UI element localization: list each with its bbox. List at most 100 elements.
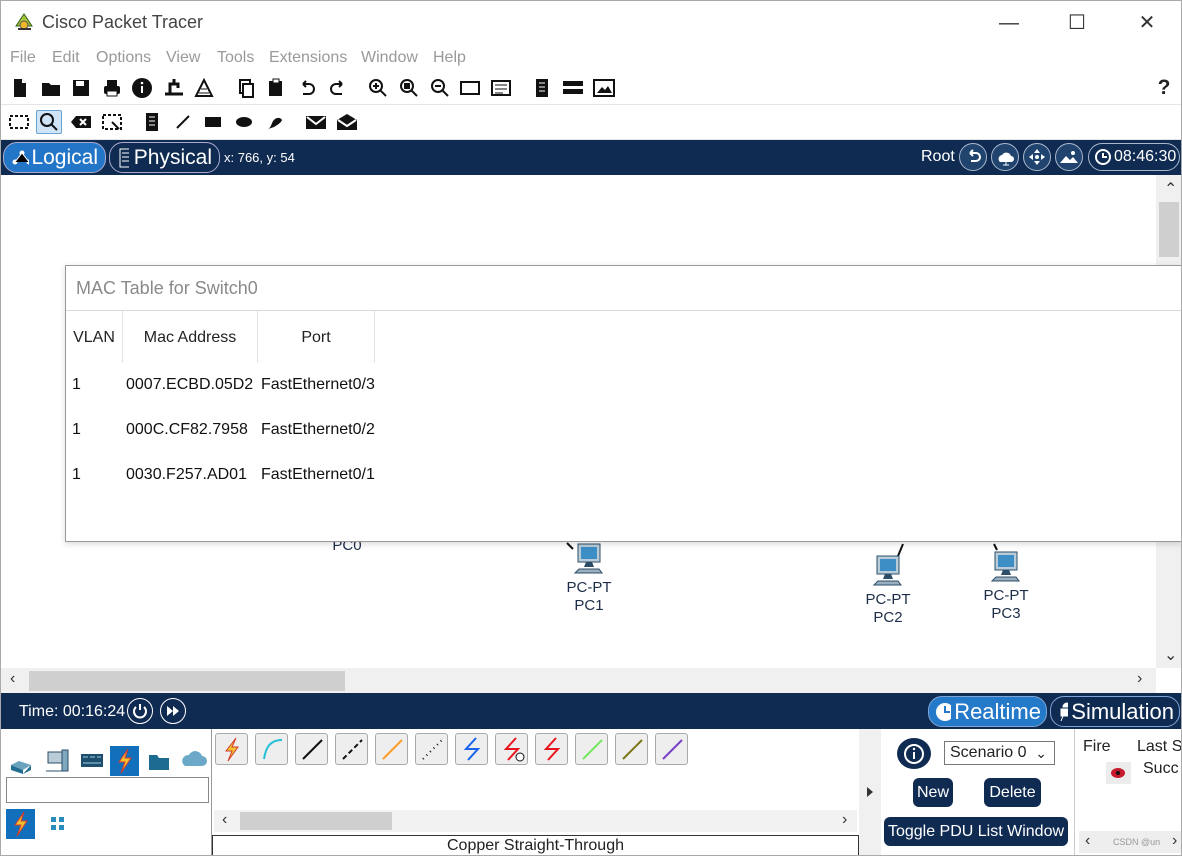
horizontal-scroll-thumb[interactable]: [29, 671, 345, 691]
fiber-cable-icon[interactable]: [375, 733, 408, 765]
pdu-scroll-right-icon[interactable]: ›: [1172, 832, 1177, 850]
menu-help[interactable]: Help: [433, 49, 466, 67]
simple-pdu-icon[interactable]: [303, 110, 329, 134]
menu-window[interactable]: Window: [361, 49, 418, 67]
select-icon[interactable]: [6, 110, 32, 134]
end-devices-icon[interactable]: [43, 746, 72, 776]
workspace-horizontal-scrollbar[interactable]: ‹ ›: [1, 668, 1156, 693]
info-icon[interactable]: [129, 76, 155, 100]
fast-forward-icon[interactable]: [160, 698, 186, 724]
menu-file[interactable]: File: [10, 49, 36, 67]
undo-icon[interactable]: [294, 76, 320, 100]
iot-custom-cable-icon[interactable]: [615, 733, 648, 765]
activity-wizard-icon[interactable]: [161, 76, 187, 100]
paste-icon[interactable]: [263, 76, 289, 100]
inspect-icon[interactable]: [36, 110, 62, 134]
octal-cable-icon[interactable]: [575, 733, 608, 765]
connection-scroll-left-icon[interactable]: ‹: [222, 811, 227, 829]
redo-icon[interactable]: [325, 76, 351, 100]
straight-through-cable-icon[interactable]: [295, 733, 328, 765]
line-tool-icon[interactable]: [170, 110, 196, 134]
save-icon[interactable]: [68, 76, 94, 100]
connection-scroll-right-icon[interactable]: ›: [842, 811, 847, 829]
crossover-cable-icon[interactable]: [335, 733, 368, 765]
delete-scenario-button[interactable]: Delete: [984, 778, 1041, 807]
title-bar[interactable]: Cisco Packet Tracer — ☐ ✕: [1, 1, 1181, 45]
back-icon[interactable]: [959, 143, 987, 171]
grid-view-icon[interactable]: [43, 809, 72, 839]
help-icon[interactable]: ?: [1151, 76, 1177, 100]
close-button[interactable]: ✕: [1124, 7, 1170, 39]
server-icon[interactable]: [560, 76, 586, 100]
console-cable-icon[interactable]: [255, 733, 288, 765]
components-icon[interactable]: [77, 746, 106, 776]
device-search-input[interactable]: [6, 777, 209, 803]
connection-scroll-thumb[interactable]: [240, 812, 392, 830]
resize-icon[interactable]: [99, 110, 125, 134]
serial-dce-cable-icon[interactable]: [495, 733, 528, 765]
miscellaneous-icon[interactable]: [144, 746, 173, 776]
logical-tab[interactable]: Logical: [3, 142, 106, 173]
print-icon[interactable]: [99, 76, 125, 100]
minimize-button[interactable]: —: [986, 7, 1032, 39]
menu-view[interactable]: View: [166, 49, 200, 67]
move-object-icon[interactable]: [1023, 143, 1051, 171]
cloud-cluster-icon[interactable]: [991, 143, 1019, 171]
automatic-connection-icon[interactable]: [215, 733, 248, 765]
menu-edit[interactable]: Edit: [52, 49, 80, 67]
connection-subtype-icon[interactable]: [6, 809, 35, 839]
panel-splitter[interactable]: [859, 729, 881, 856]
connection-horizontal-scrollbar[interactable]: ‹ ›: [214, 810, 857, 832]
new-file-icon[interactable]: [7, 76, 33, 100]
scroll-down-arrow-icon[interactable]: ⌄: [1164, 645, 1177, 665]
toggle-pdu-list-button[interactable]: Toggle PDU List Window: [884, 817, 1068, 846]
network-devices-icon[interactable]: [6, 746, 35, 776]
zoom-in-icon[interactable]: [365, 76, 391, 100]
scenario-info-icon[interactable]: [897, 738, 931, 769]
scroll-up-arrow-icon[interactable]: ⌃: [1164, 179, 1177, 199]
open-folder-icon[interactable]: [38, 76, 64, 100]
drawing-palette-icon[interactable]: [457, 76, 483, 100]
image-icon[interactable]: [591, 76, 617, 100]
freeform-tool-icon[interactable]: [262, 110, 288, 134]
delete-icon[interactable]: [68, 110, 94, 134]
simulation-mode-button[interactable]: Simulation: [1050, 696, 1180, 727]
copy-icon[interactable]: [233, 76, 259, 100]
realtime-mode-button[interactable]: Realtime: [928, 696, 1047, 727]
custom-device-icon[interactable]: [488, 76, 514, 100]
fire-pdu-icon[interactable]: [1106, 762, 1131, 784]
connections-category-icon[interactable]: [110, 746, 139, 776]
usb-cable-icon[interactable]: [655, 733, 688, 765]
scroll-right-arrow-icon[interactable]: ›: [1137, 670, 1142, 688]
rectangle-tool-icon[interactable]: [200, 110, 226, 134]
clock-badge[interactable]: 08:46:30: [1088, 143, 1180, 171]
zoom-out-icon[interactable]: [427, 76, 453, 100]
background-image-icon[interactable]: [1055, 143, 1083, 171]
physical-tab[interactable]: Physical: [109, 142, 220, 173]
pc3-device[interactable]: PC-PT PC3: [973, 549, 1039, 623]
menu-extensions[interactable]: Extensions: [269, 49, 347, 67]
new-scenario-button[interactable]: New: [913, 778, 953, 807]
pc1-device[interactable]: PC-PT PC1: [557, 541, 621, 615]
panel-collapse-arrow-icon[interactable]: [859, 729, 881, 856]
vertical-scroll-thumb[interactable]: [1159, 202, 1179, 257]
mac-table-dialog[interactable]: MAC Table for Switch0 VLAN Mac Address P…: [65, 265, 1181, 542]
maximize-button[interactable]: ☐: [1054, 7, 1100, 39]
zoom-reset-icon[interactable]: [396, 76, 422, 100]
multiuser-connection-icon[interactable]: [178, 746, 207, 776]
menu-options[interactable]: Options: [96, 49, 151, 67]
complex-pdu-icon[interactable]: [334, 110, 360, 134]
scroll-left-arrow-icon[interactable]: ‹: [10, 670, 15, 688]
ellipse-tool-icon[interactable]: [231, 110, 257, 134]
phone-cable-icon[interactable]: [415, 733, 448, 765]
pdu-icon[interactable]: [191, 76, 217, 100]
coaxial-cable-icon[interactable]: [455, 733, 488, 765]
pc2-device[interactable]: PC-PT PC2: [855, 553, 921, 627]
power-cycle-icon[interactable]: [127, 698, 153, 724]
scenario-select[interactable]: Scenario 0 ⌄: [944, 741, 1055, 765]
note-icon[interactable]: [529, 76, 555, 100]
menu-tools[interactable]: Tools: [217, 49, 254, 67]
note-tool-icon[interactable]: [139, 110, 165, 134]
pdu-scroll-left-icon[interactable]: ‹: [1085, 832, 1090, 850]
serial-dte-cable-icon[interactable]: [535, 733, 568, 765]
